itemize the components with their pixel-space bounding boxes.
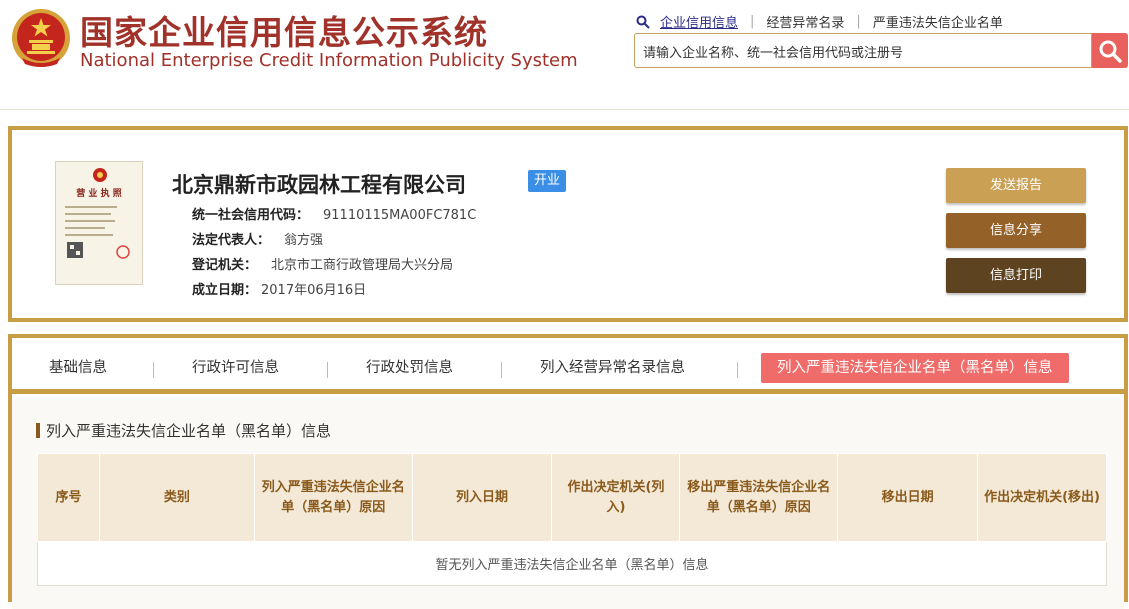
nav-link-blacklist[interactable]: 严重违法失信企业名单 xyxy=(873,12,1003,31)
share-info-button[interactable]: 信息分享 xyxy=(946,213,1086,248)
search-input[interactable]: 请输入企业名称、统一社会信用代码或注册号 xyxy=(634,33,1092,68)
detail-tabs-panel: 基础信息 行政许可信息 行政处罚信息 列入经营异常名录信息 列入严重违法失信企业… xyxy=(8,334,1128,609)
site-title: 国家企业信用信息公示系统 xyxy=(80,13,488,52)
tab-admin-license[interactable]: 行政许可信息 xyxy=(192,353,279,383)
col-index: 序号 xyxy=(37,453,100,542)
national-emblem-icon xyxy=(12,9,70,67)
col-category: 类别 xyxy=(98,453,255,542)
info-label: 登记机关： xyxy=(192,258,258,273)
status-badge: 开业 xyxy=(528,170,566,192)
company-info-panel: 营 业 执 照 北京鼎新市政园林工程有限公司 开业 统一社会信用代码： 91110… xyxy=(8,126,1128,322)
search-icon xyxy=(636,15,650,29)
info-value: 翁方强 xyxy=(284,233,324,248)
company-name: 北京鼎新市政园林工程有限公司 xyxy=(172,173,466,197)
license-title: 营 业 执 照 xyxy=(76,189,122,199)
print-info-button[interactable]: 信息打印 xyxy=(946,258,1086,293)
col-remove-date: 移出日期 xyxy=(837,453,979,542)
tab-blacklist[interactable]: 列入严重违法失信企业名单（黑名单）信息 xyxy=(761,353,1069,383)
tab-divider xyxy=(501,362,502,378)
nav-separator: | xyxy=(856,14,861,29)
info-label: 统一社会信用代码： xyxy=(192,208,310,223)
col-list-authority: 作出决定机关(列入) xyxy=(551,453,681,542)
nav-separator: | xyxy=(750,14,755,29)
tab-divider xyxy=(153,362,154,378)
section-title-text: 列入严重违法失信企业名单（黑名单）信息 xyxy=(46,422,332,440)
info-label: 成立日期： xyxy=(192,283,258,298)
license-text-lines xyxy=(65,206,130,259)
tab-abnormal-list[interactable]: 列入经营异常名录信息 xyxy=(540,353,685,383)
site-header: 国家企业信用信息公示系统 National Enterprise Credit … xyxy=(0,0,1129,110)
nav-link-enterprise-credit[interactable]: 企业信用信息 xyxy=(660,12,738,31)
business-license-thumbnail[interactable]: 营 业 执 照 xyxy=(55,161,143,285)
tab-divider xyxy=(737,362,738,378)
empty-message: 暂无列入严重违法失信企业名单（黑名单）信息 xyxy=(37,541,1107,586)
license-emblem-icon xyxy=(93,168,107,182)
info-row-registration-authority: 登记机关： 北京市工商行政管理局大兴分局 xyxy=(192,254,453,273)
info-label: 法定代表人： xyxy=(192,233,271,248)
nav-link-abnormal-list[interactable]: 经营异常名录 xyxy=(766,12,844,31)
info-value: 北京市工商行政管理局大兴分局 xyxy=(271,258,454,273)
tab-divider xyxy=(327,362,328,378)
info-row-legal-rep: 法定代表人： 翁方强 xyxy=(192,229,323,248)
col-remove-authority: 作出决定机关(移出) xyxy=(977,453,1107,542)
col-remove-reason: 移出严重违法失信企业名单（黑名单）原因 xyxy=(679,453,839,542)
site-subtitle: National Enterprise Credit Information P… xyxy=(80,50,578,71)
tab-basic-info[interactable]: 基础信息 xyxy=(49,353,107,383)
col-list-reason: 列入严重违法失信企业名单（黑名单）原因 xyxy=(253,453,413,542)
info-value: 2017年06月16日 xyxy=(261,283,367,298)
tab-bar: 基础信息 行政许可信息 行政处罚信息 列入经营异常名录信息 列入严重违法失信企业… xyxy=(12,338,1124,394)
blacklist-section: 列入严重违法失信企业名单（黑名单）信息 序号 类别 列入严重违法失信企业名单（黑… xyxy=(12,399,1124,609)
section-title: 列入严重违法失信企业名单（黑名单）信息 xyxy=(36,420,331,441)
section-title-bar xyxy=(36,423,40,438)
search-icon xyxy=(1099,40,1122,63)
tab-admin-penalty[interactable]: 行政处罚信息 xyxy=(366,353,453,383)
col-list-date: 列入日期 xyxy=(411,453,553,542)
blacklist-table: 序号 类别 列入严重违法失信企业名单（黑名单）原因 列入日期 作出决定机关(列入… xyxy=(37,453,1107,586)
info-value: 91110115MA00FC781C xyxy=(323,208,477,223)
top-nav: 企业信用信息 | 经营异常名录 | 严重违法失信企业名单 xyxy=(636,12,1003,31)
table-row: 暂无列入严重违法失信企业名单（黑名单）信息 xyxy=(37,541,1107,586)
search-button[interactable] xyxy=(1092,33,1128,68)
table-header-row: 序号 类别 列入严重违法失信企业名单（黑名单）原因 列入日期 作出决定机关(列入… xyxy=(37,453,1107,542)
info-row-credit-code: 统一社会信用代码： 91110115MA00FC781C xyxy=(192,204,476,223)
info-row-founded-date: 成立日期： 2017年06月16日 xyxy=(192,279,366,298)
send-report-button[interactable]: 发送报告 xyxy=(946,168,1086,203)
